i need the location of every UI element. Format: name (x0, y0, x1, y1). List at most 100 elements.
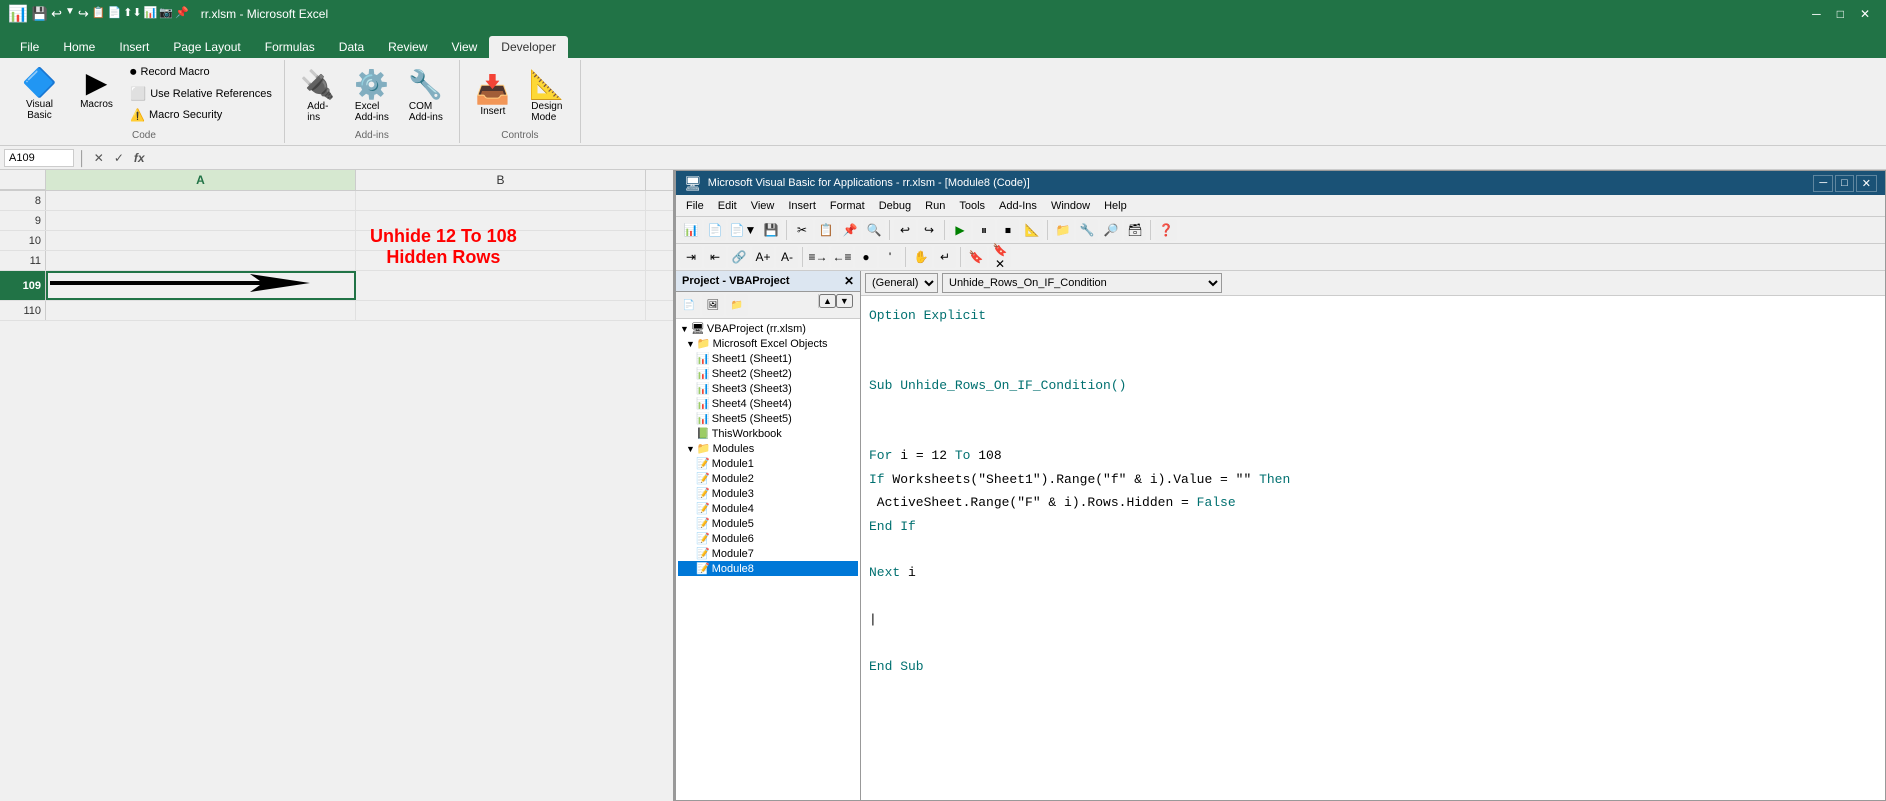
tab-view[interactable]: View (440, 36, 490, 58)
vba-btn-insert-module[interactable]: 📄 (704, 219, 726, 241)
cell-b110[interactable] (356, 301, 646, 320)
function-icon[interactable]: fx (131, 150, 148, 166)
insert-button[interactable]: 📥 Insert (468, 69, 518, 121)
tree-item-module8[interactable]: 📝 Module8 (678, 561, 858, 576)
excel-addins-button[interactable]: ⚙️ ExcelAdd-ins (347, 64, 397, 127)
vba-btn-undo[interactable]: ↩ (894, 219, 916, 241)
vba-menu-addins[interactable]: Add-Ins (993, 199, 1043, 213)
tree-item-module4[interactable]: 📝 Module4 (678, 501, 858, 516)
vba-btn-t3[interactable]: 🔗 (728, 246, 750, 268)
project-panel-close-button[interactable]: ✕ (844, 274, 854, 288)
tab-formulas[interactable]: Formulas (253, 36, 327, 58)
tree-item-sheet2[interactable]: 📊 Sheet2 (Sheet2) (678, 366, 858, 381)
vba-btn-redo[interactable]: ↪ (918, 219, 940, 241)
quick-access-redo[interactable]: ↪ (78, 6, 89, 22)
tree-item-sheet4[interactable]: 📊 Sheet4 (Sheet4) (678, 396, 858, 411)
project-view-code[interactable]: 📄 (678, 294, 700, 316)
vba-btn-object-browser[interactable]: 🔎 (1100, 219, 1122, 241)
vba-btn-reset[interactable]: ⏹ (997, 219, 1019, 241)
vba-close-button[interactable]: ✕ (1856, 175, 1877, 192)
vba-menu-run[interactable]: Run (919, 199, 951, 213)
tree-item-module3[interactable]: 📝 Module3 (678, 486, 858, 501)
tree-item-module7[interactable]: 📝 Module7 (678, 546, 858, 561)
vba-btn-find[interactable]: 🔍 (863, 219, 885, 241)
vba-menu-edit[interactable]: Edit (712, 199, 743, 213)
tab-review[interactable]: Review (376, 36, 439, 58)
name-box[interactable] (4, 149, 74, 167)
vba-menu-debug[interactable]: Debug (873, 199, 917, 213)
maximize-button[interactable]: □ (1829, 5, 1852, 23)
procedure-dropdown[interactable]: Unhide_Rows_On_IF_Condition (942, 273, 1222, 293)
formula-input[interactable] (152, 152, 1882, 164)
tree-item-module5[interactable]: 📝 Module5 (678, 516, 858, 531)
macros-button[interactable]: ▶ Macros (69, 62, 124, 114)
vba-btn-copy[interactable]: 📋 (815, 219, 837, 241)
visual-basic-button[interactable]: 🔷 VisualBasic (12, 62, 67, 125)
tree-item-vbaproject[interactable]: ▼ 🖥 VBAProject (rr.xlsm) (678, 321, 858, 336)
macro-security-button[interactable]: ⚠️ Macro Security (126, 106, 276, 124)
vba-btn-hand[interactable]: ✋ (910, 246, 932, 268)
vba-menu-window[interactable]: Window (1045, 199, 1096, 213)
vba-btn-design-mode[interactable]: 📐 (1021, 219, 1043, 241)
cell-a9[interactable] (46, 211, 356, 230)
vba-menu-view[interactable]: View (745, 199, 781, 213)
tab-file[interactable]: File (8, 36, 51, 58)
design-mode-button[interactable]: 📐 DesignMode (522, 64, 572, 127)
vba-btn-breakpoint[interactable]: ● (855, 246, 877, 268)
code-content-area[interactable]: Option Explicit Sub Unhide_Rows_On_IF_Co… (861, 296, 1885, 800)
project-panel-scrollbar[interactable]: ▲ ▼ (818, 294, 858, 308)
tree-item-thisworkbook[interactable]: 📗 ThisWorkbook (678, 426, 858, 441)
vba-btn-excel[interactable]: 📊 (680, 219, 702, 241)
tree-item-module2[interactable]: 📝 Module2 (678, 471, 858, 486)
scroll-down[interactable]: ▼ (836, 294, 853, 308)
cell-a11[interactable] (46, 251, 356, 270)
quick-access-save[interactable]: 💾 (32, 6, 48, 22)
tree-item-module6[interactable]: 📝 Module6 (678, 531, 858, 546)
vba-minimize-button[interactable]: ─ (1813, 175, 1833, 192)
vba-btn-cut[interactable]: ✂ (791, 219, 813, 241)
tree-item-sheet1[interactable]: 📊 Sheet1 (Sheet1) (678, 351, 858, 366)
quick-access-undo-dropdown[interactable]: ▼ (65, 6, 75, 22)
vba-btn-t2[interactable]: ⇤ (704, 246, 726, 268)
vba-btn-project-explorer[interactable]: 📁 (1052, 219, 1074, 241)
cell-b8[interactable] (356, 191, 646, 210)
vba-btn-t4[interactable]: A+ (752, 246, 774, 268)
vba-btn-t5[interactable]: A- (776, 246, 798, 268)
tab-data[interactable]: Data (327, 36, 376, 58)
col-header-b[interactable]: B (356, 170, 646, 190)
vba-menu-tools[interactable]: Tools (953, 199, 991, 213)
vba-btn-run[interactable]: ▶ (949, 219, 971, 241)
tree-item-modules[interactable]: ▼ 📁 Modules (678, 441, 858, 456)
vba-btn-outdent[interactable]: ←≡ (831, 246, 853, 268)
tree-item-sheet3[interactable]: 📊 Sheet3 (Sheet3) (678, 381, 858, 396)
cell-a8[interactable] (46, 191, 356, 210)
general-dropdown[interactable]: (General) (865, 273, 938, 293)
vba-btn-help[interactable]: ❓ (1155, 219, 1177, 241)
tab-developer[interactable]: Developer (489, 36, 568, 58)
vba-btn-bookmark[interactable]: 🔖 (965, 246, 987, 268)
tree-item-sheet5[interactable]: 📊 Sheet5 (Sheet5) (678, 411, 858, 426)
tab-home[interactable]: Home (51, 36, 107, 58)
enter-icon[interactable]: ✓ (111, 150, 127, 166)
vba-btn-paste[interactable]: 📌 (839, 219, 861, 241)
vba-btn-comment[interactable]: ' (879, 246, 901, 268)
vba-btn-save[interactable]: 💾 (760, 219, 782, 241)
vba-btn-clear-bookmarks[interactable]: 🔖✕ (989, 246, 1011, 268)
minimize-button[interactable]: ─ (1804, 5, 1829, 23)
vba-menu-help[interactable]: Help (1098, 199, 1133, 213)
vba-btn-indent[interactable]: ≡→ (807, 246, 829, 268)
cell-a10[interactable] (46, 231, 356, 250)
cell-a110[interactable] (46, 301, 356, 320)
record-macro-button[interactable]: ⏺ Record Macro (126, 62, 276, 82)
vba-btn-toolbox[interactable]: 🗃 (1124, 219, 1146, 241)
close-button[interactable]: ✕ (1852, 5, 1878, 23)
vba-btn-properties[interactable]: 🔧 (1076, 219, 1098, 241)
vba-btn-word-wrap[interactable]: ↵ (934, 246, 956, 268)
tree-item-excel-objects[interactable]: ▼ 📁 Microsoft Excel Objects (678, 336, 858, 351)
vba-btn-module-dropdown[interactable]: 📄▼ (728, 219, 758, 241)
tab-page-layout[interactable]: Page Layout (161, 36, 252, 58)
cell-b109[interactable] (356, 271, 646, 300)
vba-btn-break[interactable]: ⏸ (973, 219, 995, 241)
quick-access-undo[interactable]: ↩ (51, 6, 62, 22)
addins-button[interactable]: 🔌 Add-ins (293, 64, 343, 127)
